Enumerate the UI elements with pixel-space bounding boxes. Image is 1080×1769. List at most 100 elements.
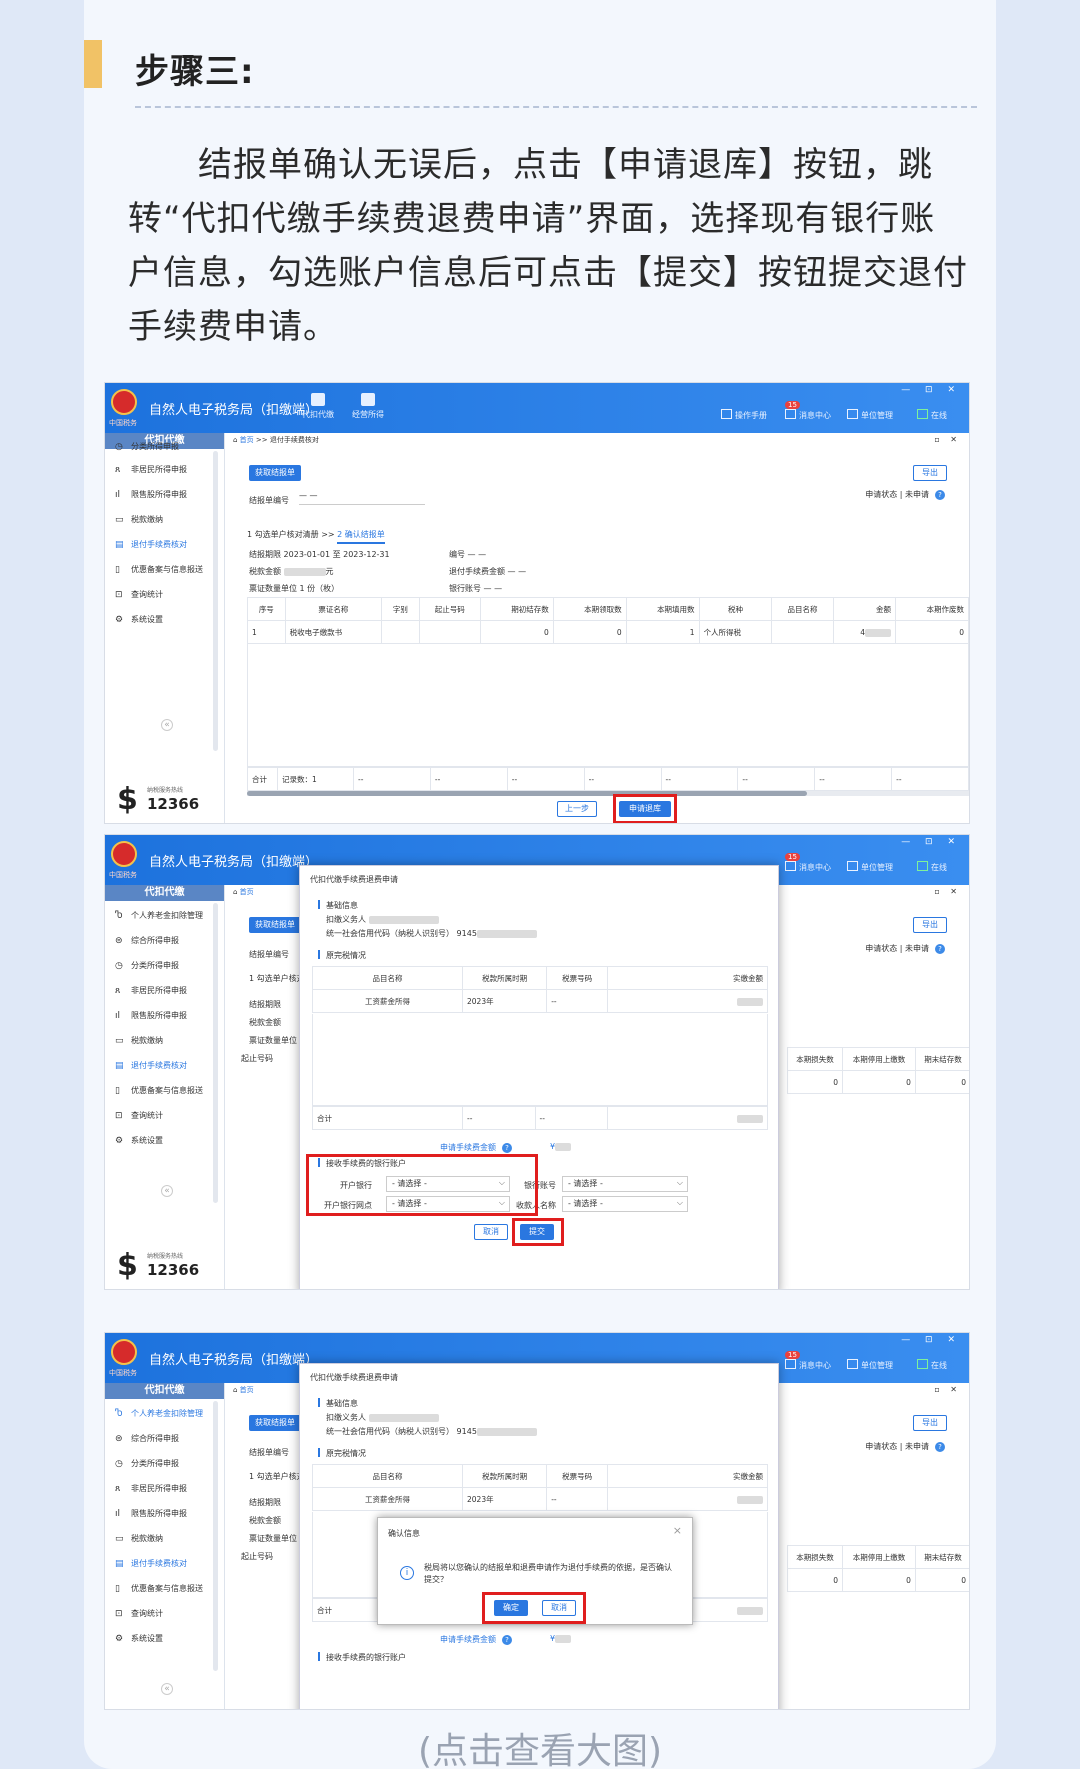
export-button[interactable]: 导出 — [913, 917, 947, 933]
sidebar-item-refund[interactable]: ▤ 退付手续费核对 — [105, 532, 225, 557]
message-center-link[interactable]: 消息中心 — [785, 1359, 831, 1371]
behind-table: 本期损失数 本期停用上缴数 期末结存数 000 — [786, 1545, 969, 1592]
sidebar-item-nonresident[interactable]: ጸ 非居民所得申报 — [105, 457, 225, 482]
horizontal-scrollbar[interactable] — [247, 791, 969, 796]
modal-title: 代扣代缴手续费退费申请 — [310, 875, 398, 884]
export-button[interactable]: 导出 — [913, 1415, 947, 1431]
sidebar-item-restricted[interactable]: ıl 限售股所得申报 — [105, 482, 225, 507]
panel-controls[interactable]: ▫ ✕ — [934, 1385, 961, 1394]
bars-icon: ıl — [115, 1011, 121, 1021]
behind-table: 本期损失数 本期停用上缴数 期末结存数 000 — [786, 1047, 969, 1094]
sidebar-item-restricted[interactable]: ıl 限售股所得申报 — [105, 1003, 225, 1028]
sidebar-item-settings[interactable]: ⚙ 系统设置 — [105, 1626, 225, 1651]
sidebar-item-settings[interactable]: ⚙ 系统设置 — [105, 1128, 225, 1153]
panel-controls[interactable]: ▫ ✕ — [934, 887, 961, 896]
sidebar-item-pension[interactable]: Ⴊ 个人养老金扣除管理 — [105, 903, 225, 928]
pension-icon: Ⴊ — [115, 1409, 123, 1419]
unit-manage-link[interactable]: 单位管理 — [847, 1359, 893, 1371]
sidebar-item-nonresident[interactable]: ጸ 非居民所得申报 — [105, 978, 225, 1003]
confirm-title: 确认信息 — [388, 1529, 420, 1538]
info-icon: i — [400, 1566, 414, 1580]
manual-link[interactable]: 操作手册 — [721, 409, 767, 421]
bank-no-select[interactable]: - 请选择 - — [562, 1176, 688, 1192]
blurred-total — [737, 1114, 763, 1123]
view-large-caption[interactable]: (点击查看大图) — [0, 1722, 1080, 1769]
collapse-icon[interactable]: « — [161, 1185, 173, 1197]
sidebar-item-comprehensive[interactable]: ⊜ 综合所得申报 — [105, 928, 225, 953]
window-controls[interactable]: — ⊡ ✕ — [901, 837, 961, 847]
sidebar-item-comprehensive[interactable]: ⊜ 综合所得申报 — [105, 1426, 225, 1451]
serial-select[interactable]: — — — [299, 491, 425, 505]
blurred-value — [737, 1495, 763, 1504]
sidebar-item-payment[interactable]: ▭ 税款缴纳 — [105, 1526, 225, 1551]
sidebar-item-refund[interactable]: ▤ 退付手续费核对 — [105, 1053, 225, 1078]
sidebar-scrollbar[interactable] — [213, 451, 218, 751]
close-icon[interactable]: × — [673, 1524, 682, 1537]
sidebar-item-restricted[interactable]: ıl 限售股所得申报 — [105, 1501, 225, 1526]
export-button[interactable]: 导出 — [913, 465, 947, 481]
sidebar-item-settings[interactable]: ⚙ 系统设置 — [105, 607, 225, 632]
doc-icon: ▯ — [115, 1584, 120, 1594]
sidebar-item-query[interactable]: ⊡ 查询统计 — [105, 582, 225, 607]
tab-confirm-statement[interactable]: 2 确认结报单 — [337, 530, 385, 544]
sidebar-item-query[interactable]: ⊡ 查询统计 — [105, 1103, 225, 1128]
blurred-total — [737, 1606, 763, 1615]
help-icon[interactable]: ? — [935, 1442, 945, 1452]
nav-business-income[interactable]: 经营所得 — [345, 393, 391, 420]
status: 申请状态 | 未申请? — [865, 1441, 945, 1452]
unit-manage-link[interactable]: 单位管理 — [847, 861, 893, 873]
get-statement-button[interactable]: 获取结报单 — [249, 1415, 301, 1431]
tax-emblem-icon — [111, 389, 137, 415]
sidebar-item-pension[interactable]: Ⴊ 个人养老金扣除管理 — [105, 1401, 225, 1426]
help-icon[interactable]: ? — [935, 944, 945, 954]
sidebar-item-refund[interactable]: ▤ 退付手续费核对 — [105, 1551, 225, 1576]
window-controls[interactable]: — ⊡ ✕ — [901, 1335, 961, 1345]
sidebar-item-filing[interactable]: ▯ 优惠备案与信息报送 — [105, 1078, 225, 1103]
sidebar-item-category[interactable]: ◷ 分类所得申报 — [105, 1451, 225, 1476]
breadcrumb: ⌂ 首页 — [233, 888, 254, 896]
sidebar-item-nonresident[interactable]: ጸ 非居民所得申报 — [105, 1476, 225, 1501]
collapse-icon[interactable]: « — [161, 719, 173, 731]
cancel-button[interactable]: 取消 — [474, 1224, 508, 1240]
breadcrumb: ⌂ 首页 >> 退付手续费核对 — [233, 436, 319, 444]
help-icon[interactable]: ? — [935, 490, 945, 500]
sidebar-item-query[interactable]: ⊡ 查询统计 — [105, 1601, 225, 1626]
message-center-link[interactable]: 消息中心 — [785, 409, 831, 421]
sidebar-item-category[interactable]: ◷ 分类所得申报 — [105, 953, 225, 978]
help-icon[interactable]: ? — [502, 1143, 512, 1153]
person-icon: ጸ — [115, 986, 121, 996]
sidebar-item-category[interactable]: ◷ 分类所得申报 — [105, 437, 225, 457]
highlight-box — [512, 1218, 564, 1246]
table-row[interactable]: 1 税收电子缴款书 0 0 1 个人所得税 4 0 — [247, 620, 969, 644]
clock-icon: ◷ — [115, 1459, 123, 1469]
message-center-link[interactable]: 消息中心 — [785, 861, 831, 873]
sidebar-scrollbar[interactable] — [213, 903, 218, 1203]
message-badge: 15 — [785, 401, 800, 409]
table-row[interactable]: 工资薪金所得 2023年 -- — [312, 989, 768, 1013]
get-statement-button[interactable]: 获取结报单 — [249, 465, 301, 481]
window-controls[interactable]: — ⊡ ✕ — [901, 385, 961, 395]
clock-icon: ◷ — [115, 442, 123, 452]
nav-withhold[interactable]: 代扣代缴 — [295, 393, 341, 420]
sidebar-item-filing[interactable]: ▯ 优惠备案与信息报送 — [105, 557, 225, 582]
wallet-icon: ▭ — [115, 1036, 124, 1046]
sidebar-item-payment[interactable]: ▭ 税款缴纳 — [105, 1028, 225, 1053]
person-icon: ጸ — [115, 465, 121, 475]
collapse-icon[interactable]: « — [161, 1683, 173, 1695]
get-statement-button[interactable]: 获取结报单 — [249, 917, 301, 933]
breadcrumb-home[interactable]: 首页 — [240, 436, 254, 444]
sidebar-item-filing[interactable]: ▯ 优惠备案与信息报送 — [105, 1576, 225, 1601]
prev-step-button[interactable]: 上一步 — [557, 801, 597, 817]
refund-application-modal: 代扣代缴手续费退费申请 基础信息 扣缴义务人 统一社会信用代码（纳税人识别号） … — [299, 865, 779, 1289]
help-icon[interactable]: ? — [502, 1635, 512, 1645]
tab-select-list[interactable]: 1 勾选单户核对清册 — [247, 530, 319, 539]
sidebar-item-payment[interactable]: ▭ 税款缴纳 — [105, 507, 225, 532]
statement-table: 序号 票证名称 字别 起止号码 期初结存数 本期领取数 本期填用数 税种 品目名称 金额 本期作废数… — [247, 597, 969, 644]
unit-manage-link[interactable]: 单位管理 — [847, 409, 893, 421]
panel-controls[interactable]: ▫ ✕ — [934, 435, 961, 444]
sidebar-scrollbar[interactable] — [213, 1401, 218, 1671]
payee-select[interactable]: - 请选择 - — [562, 1196, 688, 1212]
apply-fee-label: 申请手续费金额? — [440, 1634, 512, 1645]
apply-fee-value: ¥ — [550, 1634, 572, 1643]
table-row[interactable]: 工资薪金所得 2023年 -- — [312, 1487, 768, 1511]
